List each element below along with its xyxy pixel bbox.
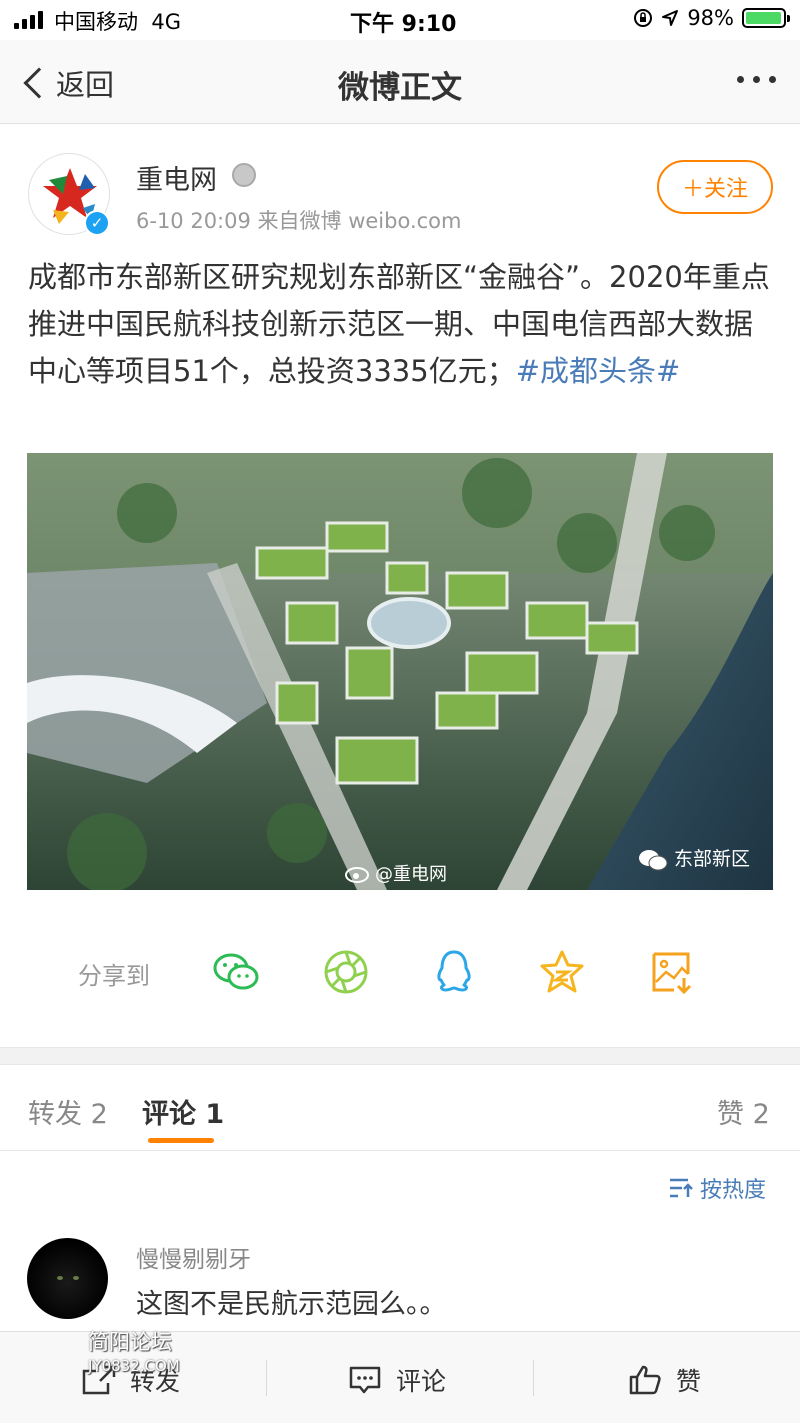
verified-badge-icon: ✓: [84, 210, 110, 236]
qq-icon[interactable]: [430, 948, 478, 996]
image-watermark-right-text: 东部新区: [674, 848, 751, 870]
image-watermark-weibo: @重电网: [345, 860, 447, 886]
follow-button[interactable]: ＋关注: [657, 160, 773, 214]
forum-watermark-title: 简阳论坛: [88, 1330, 172, 1354]
wechat-small-icon: [639, 849, 668, 870]
hashtag-link[interactable]: #成都头条#: [516, 354, 681, 388]
tabs-divider: [0, 1150, 800, 1151]
section-divider: [0, 1047, 800, 1065]
avatar-eye: [73, 1276, 79, 1280]
comment-text: 这图不是民航示范园么。。: [136, 1289, 447, 1320]
comment-button[interactable]: 评论: [348, 1362, 446, 1398]
aerial-render-image: [27, 453, 773, 890]
medal-icon[interactable]: [232, 163, 256, 187]
post-text: 成都市东部新区研究规划东部新区“金融谷”。2020年重点推进中国民航科技创新示范…: [28, 254, 776, 395]
clock: 下午 9:10: [350, 12, 457, 37]
like-button[interactable]: 赞: [628, 1362, 701, 1398]
signal-icon: [14, 11, 43, 29]
moments-icon[interactable]: [322, 948, 370, 996]
avatar-eye: [57, 1276, 63, 1280]
more-options-icon[interactable]: [737, 76, 776, 83]
sort-button[interactable]: 按热度: [668, 1172, 766, 1204]
author-name[interactable]: 重电网: [136, 158, 217, 197]
thumbs-up-icon: [629, 1365, 661, 1395]
status-bar: 中国移动 4G 下午 9:10 98%: [0, 0, 800, 40]
comment-label: 评论: [396, 1367, 447, 1396]
tab-like[interactable]: 赞 2: [717, 1092, 770, 1131]
nav-bar: 返回 微博正文: [0, 40, 800, 124]
battery-percent: 98%: [687, 6, 734, 30]
image-watermark-left-text: @重电网: [375, 864, 447, 885]
location-icon: [662, 10, 679, 26]
comment-icon: [349, 1366, 381, 1394]
rotation-lock-icon: [634, 9, 653, 27]
page-title: 微博正文: [338, 70, 462, 106]
battery-icon: [742, 8, 790, 28]
post-meta: 6-10 20:09 来自微博 weibo.com: [136, 209, 462, 233]
share-label: 分享到: [78, 962, 150, 990]
forum-watermark: 简阳论坛 JY0832.COM: [88, 1330, 180, 1378]
save-image-icon[interactable]: [648, 948, 696, 996]
status-right: 98%: [633, 6, 790, 30]
active-tab-indicator: [148, 1138, 214, 1143]
sort-icon: [670, 1178, 693, 1198]
tab-repost[interactable]: 转发 2: [28, 1092, 108, 1131]
like-label: 赞: [676, 1367, 702, 1396]
image-watermark-right: 东部新区: [638, 844, 750, 872]
forum-watermark-url: JY0832.COM: [88, 1357, 180, 1375]
comment-avatar[interactable]: [27, 1238, 108, 1319]
weibo-logo-icon: [345, 867, 369, 883]
qzone-icon[interactable]: [538, 948, 586, 996]
comment-username[interactable]: 慢慢剔剔牙: [136, 1240, 251, 1274]
sort-label: 按热度: [700, 1178, 767, 1203]
carrier-label: 中国移动 4G: [54, 10, 181, 34]
tab-comment[interactable]: 评论 1: [142, 1092, 224, 1131]
toolbar-separator: [533, 1360, 534, 1396]
toolbar-separator: [266, 1360, 267, 1396]
wechat-icon[interactable]: [212, 948, 260, 996]
post-image[interactable]: [27, 453, 773, 890]
